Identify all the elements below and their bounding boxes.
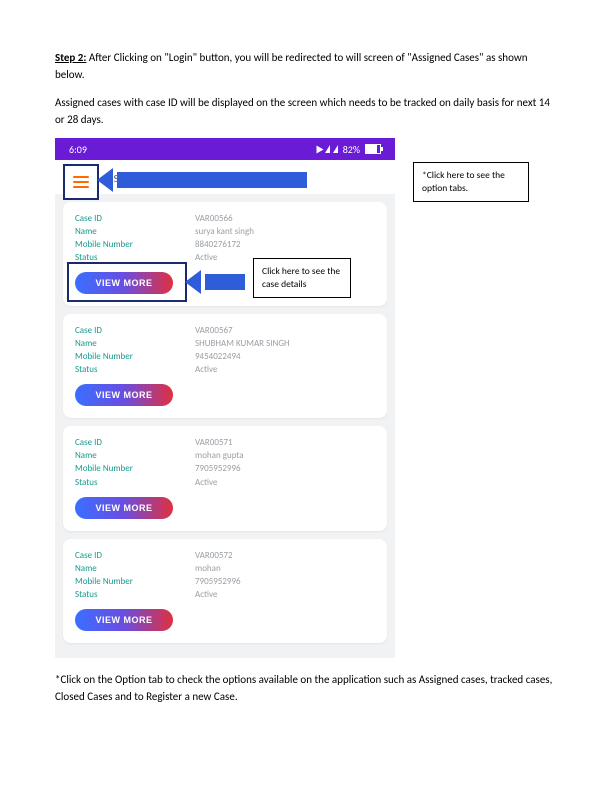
value-case-id: VAR00566 — [195, 212, 233, 225]
value-name: mohan gupta — [195, 449, 244, 462]
value-status: Active — [195, 363, 217, 376]
phone-mock: 6:09 82% Assigned Cases — [55, 138, 395, 658]
case-card: Case IDVAR00571 Namemohan gupta Mobile N… — [63, 426, 387, 530]
battery-icon — [365, 144, 381, 154]
label-mobile: Mobile Number — [75, 238, 195, 251]
label-name: Name — [75, 225, 195, 238]
label-status: Status — [75, 251, 195, 264]
label-mobile: Mobile Number — [75, 575, 195, 588]
case-card: Case IDVAR00567 NameSHUBHAM KUMAR SINGH … — [63, 314, 387, 418]
battery-percent: 82% — [343, 143, 360, 156]
label-status: Status — [75, 363, 195, 376]
hamburger-icon — [73, 176, 89, 188]
label-case-id: Case ID — [75, 436, 195, 449]
case-card: Case IDVAR00572 Namemohan Mobile Number7… — [63, 539, 387, 643]
value-case-id: VAR00567 — [195, 324, 233, 337]
value-status: Active — [195, 251, 217, 264]
value-mobile: 9454022494 — [195, 350, 241, 363]
view-more-label: VIEW MORE — [95, 503, 152, 513]
footnote: *Click on the Option tab to check the op… — [55, 672, 557, 705]
signal-icon-2 — [333, 145, 338, 153]
view-more-button[interactable]: VIEW MORE — [75, 609, 173, 631]
step-subtext: Assigned cases with case ID will be disp… — [55, 95, 557, 128]
value-status: Active — [195, 588, 217, 601]
label-case-id: Case ID — [75, 324, 195, 337]
label-status: Status — [75, 476, 195, 489]
step-text-1: After Clicking on "Login" button, you wi… — [55, 51, 527, 81]
value-case-id: VAR00572 — [195, 549, 233, 562]
value-status: Active — [195, 476, 217, 489]
value-mobile: 7905952996 — [195, 462, 241, 475]
label-case-id: Case ID — [75, 549, 195, 562]
value-mobile: 7905952996 — [195, 575, 241, 588]
label-name: Name — [75, 449, 195, 462]
value-name: surya kant singh — [195, 225, 254, 238]
value-name: mohan — [195, 562, 221, 575]
view-more-button[interactable]: VIEW MORE — [75, 384, 173, 406]
status-time: 6:09 — [69, 143, 87, 156]
label-status: Status — [75, 588, 195, 601]
signal-icon — [325, 145, 330, 153]
label-mobile: Mobile Number — [75, 350, 195, 363]
step-heading: Step 2: After Clicking on "Login" button… — [55, 50, 557, 83]
view-more-label: VIEW MORE — [95, 615, 152, 625]
step-label: Step 2: — [55, 51, 86, 64]
value-mobile: 8840276172 — [195, 238, 241, 251]
label-case-id: Case ID — [75, 212, 195, 225]
label-name: Name — [75, 337, 195, 350]
callout-viewmore: Click here to see the case details — [253, 258, 351, 298]
view-more-button[interactable]: VIEW MORE — [75, 272, 173, 294]
callout-options: *Click here to see the option tabs. — [413, 162, 529, 202]
menu-button[interactable] — [63, 164, 99, 200]
label-name: Name — [75, 562, 195, 575]
view-more-label: VIEW MORE — [95, 278, 152, 288]
view-more-button[interactable]: VIEW MORE — [75, 497, 173, 519]
view-more-label: VIEW MORE — [95, 390, 152, 400]
value-name: SHUBHAM KUMAR SINGH — [195, 337, 290, 350]
value-case-id: VAR00571 — [195, 436, 233, 449]
label-mobile: Mobile Number — [75, 462, 195, 475]
status-icons: 82% — [316, 143, 381, 156]
phone-status-bar: 6:09 82% — [55, 138, 395, 160]
wifi-icon — [316, 145, 323, 153]
